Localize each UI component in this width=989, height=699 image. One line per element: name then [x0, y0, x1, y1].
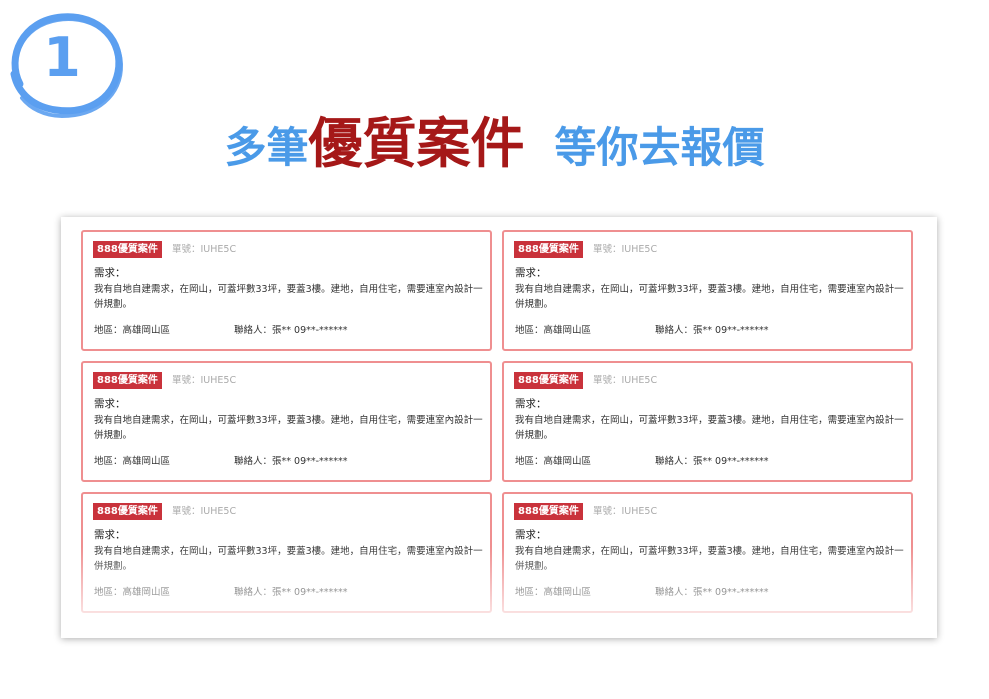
case-need-label: 需求： — [94, 267, 126, 279]
headline-part-3: 等你去報價 — [554, 123, 765, 172]
step-number: 1 — [43, 26, 81, 89]
case-need-text: 我有自地自建需求，在岡山，可蓋坪數33坪，要蓋3樓。建地，自用住宅，需要連室內設… — [515, 415, 904, 441]
case-card[interactable]: 888優質案件 單號：IUHE5C 需求： 我有自地自建需求，在岡山，可蓋坪數3… — [81, 492, 492, 613]
case-need-label: 需求： — [515, 267, 547, 279]
case-contact: 聯絡人：張** 09**-****** — [234, 587, 348, 598]
case-region: 地區：高雄岡山區 — [515, 456, 592, 467]
headline-part-1: 多筆 — [224, 123, 309, 172]
case-contact: 聯絡人：張** 09**-****** — [655, 325, 769, 336]
case-need-text: 我有自地自建需求，在岡山，可蓋坪數33坪，要蓋3樓。建地，自用住宅，需要連室內設… — [515, 546, 904, 572]
case-order-number: 單號：IUHE5C — [172, 506, 237, 517]
case-card[interactable]: 888優質案件 單號：IUHE5C 需求： 我有自地自建需求，在岡山，可蓋坪數3… — [502, 230, 913, 351]
case-need-text: 我有自地自建需求，在岡山，可蓋坪數33坪，要蓋3樓。建地，自用住宅，需要連室內設… — [94, 284, 483, 310]
case-region: 地區：高雄岡山區 — [515, 587, 592, 598]
case-need-label: 需求： — [94, 398, 126, 410]
quality-case-tag: 888優質案件 — [514, 503, 583, 520]
case-order-number: 單號：IUHE5C — [172, 244, 237, 255]
quality-case-tag: 888優質案件 — [93, 372, 162, 389]
case-list-panel: 888優質案件 單號：IUHE5C 需求： 我有自地自建需求，在岡山，可蓋坪數3… — [61, 217, 937, 638]
case-need-text: 我有自地自建需求，在岡山，可蓋坪數33坪，要蓋3樓。建地，自用住宅，需要連室內設… — [94, 415, 483, 441]
case-card[interactable]: 888優質案件 單號：IUHE5C 需求： 我有自地自建需求，在岡山，可蓋坪數3… — [502, 361, 913, 482]
case-contact: 聯絡人：張** 09**-****** — [655, 587, 769, 598]
case-card[interactable]: 888優質案件 單號：IUHE5C 需求： 我有自地自建需求，在岡山，可蓋坪數3… — [81, 230, 492, 351]
case-contact: 聯絡人：張** 09**-****** — [655, 456, 769, 467]
case-region: 地區：高雄岡山區 — [515, 325, 592, 336]
headline: 多筆優質案件 等你去報價 — [0, 104, 989, 197]
case-contact: 聯絡人：張** 09**-****** — [234, 325, 348, 336]
case-region: 地區：高雄岡山區 — [94, 456, 171, 467]
case-need-text: 我有自地自建需求，在岡山，可蓋坪數33坪，要蓋3樓。建地，自用住宅，需要連室內設… — [94, 546, 483, 572]
case-region: 地區：高雄岡山區 — [94, 587, 171, 598]
case-region: 地區：高雄岡山區 — [94, 325, 171, 336]
case-order-number: 單號：IUHE5C — [593, 375, 658, 386]
quality-case-tag: 888優質案件 — [93, 503, 162, 520]
case-need-label: 需求： — [515, 398, 547, 410]
quality-case-tag: 888優質案件 — [93, 241, 162, 258]
quality-case-tag: 888優質案件 — [514, 372, 583, 389]
quality-case-tag: 888優質案件 — [514, 241, 583, 258]
case-order-number: 單號：IUHE5C — [593, 244, 658, 255]
case-card[interactable]: 888優質案件 單號：IUHE5C 需求： 我有自地自建需求，在岡山，可蓋坪數3… — [81, 361, 492, 482]
case-card[interactable]: 888優質案件 單號：IUHE5C 需求： 我有自地自建需求，在岡山，可蓋坪數3… — [502, 492, 913, 613]
case-need-text: 我有自地自建需求，在岡山，可蓋坪數33坪，要蓋3樓。建地，自用住宅，需要連室內設… — [515, 284, 904, 310]
headline-part-2: 優質案件 — [308, 112, 525, 175]
case-order-number: 單號：IUHE5C — [593, 506, 658, 517]
case-need-label: 需求： — [515, 529, 547, 541]
case-need-label: 需求： — [94, 529, 126, 541]
case-order-number: 單號：IUHE5C — [172, 375, 237, 386]
case-contact: 聯絡人：張** 09**-****** — [234, 456, 348, 467]
